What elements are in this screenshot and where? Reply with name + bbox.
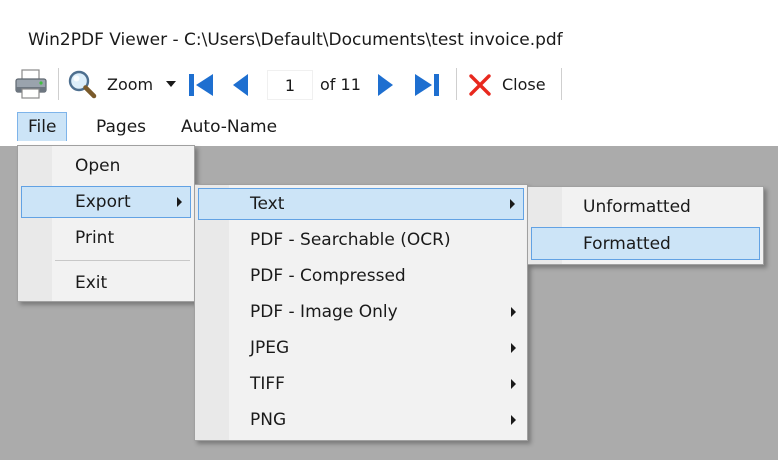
page-number-input[interactable] [267, 70, 313, 100]
close-icon-button[interactable] [466, 72, 494, 98]
menu-item-label: PDF - Compressed [250, 266, 406, 286]
magnifier-icon [68, 70, 97, 99]
export-menu-png[interactable]: PNG [198, 404, 524, 436]
title-bar: Win2PDF Viewer - C:\Users\Default\Docume… [0, 0, 778, 62]
menu-item-label: Unformatted [583, 197, 691, 217]
menu-auto-name-label: Auto-Name [181, 116, 278, 137]
zoom-dropdown-button[interactable] [164, 76, 178, 92]
page-count-label: of 11 [320, 75, 361, 94]
zoom-label[interactable]: Zoom [107, 75, 153, 94]
submenu-arrow-icon [511, 379, 516, 389]
menu-item-label: Export [75, 192, 131, 212]
menu-divider [55, 260, 190, 261]
submenu-arrow-icon [511, 307, 516, 317]
menu-item-label: JPEG [250, 338, 290, 358]
text-menu-formatted[interactable]: Formatted [531, 227, 760, 260]
last-page-button[interactable] [410, 70, 442, 100]
next-page-icon [378, 74, 393, 96]
print-button[interactable] [12, 68, 50, 100]
export-submenu: Text PDF - Searchable (OCR) PDF - Compre… [194, 184, 528, 441]
file-menu: Open Export Print Exit [17, 145, 195, 302]
menu-item-label: Formatted [583, 233, 671, 254]
toolbar-separator [561, 68, 562, 100]
export-menu-pdf-searchable[interactable]: PDF - Searchable (OCR) [198, 224, 524, 256]
first-page-icon [189, 74, 213, 96]
menu-item-label: PNG [250, 410, 287, 430]
export-menu-pdf-image-only[interactable]: PDF - Image Only [198, 296, 524, 328]
menu-item-label: Text [250, 194, 285, 214]
submenu-arrow-icon [510, 199, 515, 209]
submenu-arrow-icon [177, 197, 182, 207]
dropdown-arrow-icon [166, 81, 176, 87]
next-page-button[interactable] [374, 70, 398, 100]
previous-page-icon [233, 74, 248, 96]
text-menu-unformatted[interactable]: Unformatted [531, 191, 760, 223]
menu-item-label: Open [75, 156, 121, 176]
menu-item-label: Exit [75, 273, 108, 293]
toolbar: Zoom of 11 Close [0, 62, 778, 106]
last-page-icon [415, 74, 439, 96]
menu-pages-label: Pages [96, 116, 147, 137]
toolbar-separator [456, 68, 457, 100]
close-label[interactable]: Close [502, 75, 546, 94]
close-x-icon [469, 74, 491, 96]
menu-item-label: TIFF [250, 374, 285, 394]
printer-icon [15, 69, 47, 99]
toolbar-separator [58, 68, 59, 100]
menu-pages[interactable]: Pages [86, 112, 156, 141]
text-submenu: Unformatted Formatted [527, 186, 764, 265]
previous-page-button[interactable] [228, 70, 252, 100]
submenu-arrow-icon [511, 343, 516, 353]
export-menu-pdf-compressed[interactable]: PDF - Compressed [198, 260, 524, 292]
submenu-arrow-icon [511, 415, 516, 425]
export-menu-jpeg[interactable]: JPEG [198, 332, 524, 364]
file-menu-open[interactable]: Open [21, 150, 191, 182]
menu-file[interactable]: File [17, 112, 68, 141]
window-title: Win2PDF Viewer - C:\Users\Default\Docume… [28, 30, 563, 50]
first-page-button[interactable] [186, 70, 218, 100]
menu-file-label: File [28, 117, 57, 137]
export-menu-tiff[interactable]: TIFF [198, 368, 524, 400]
file-menu-export[interactable]: Export [21, 186, 191, 218]
export-menu-text[interactable]: Text [198, 188, 524, 220]
menu-auto-name[interactable]: Auto-Name [171, 112, 287, 141]
file-menu-print[interactable]: Print [21, 222, 191, 254]
menu-item-label: PDF - Searchable (OCR) [250, 230, 451, 250]
menu-item-label: PDF - Image Only [250, 302, 398, 322]
menu-item-label: Print [75, 228, 115, 248]
zoom-icon-button[interactable] [64, 68, 100, 100]
menu-bar: File Pages Auto-Name [0, 106, 778, 146]
file-menu-exit[interactable]: Exit [21, 267, 191, 299]
